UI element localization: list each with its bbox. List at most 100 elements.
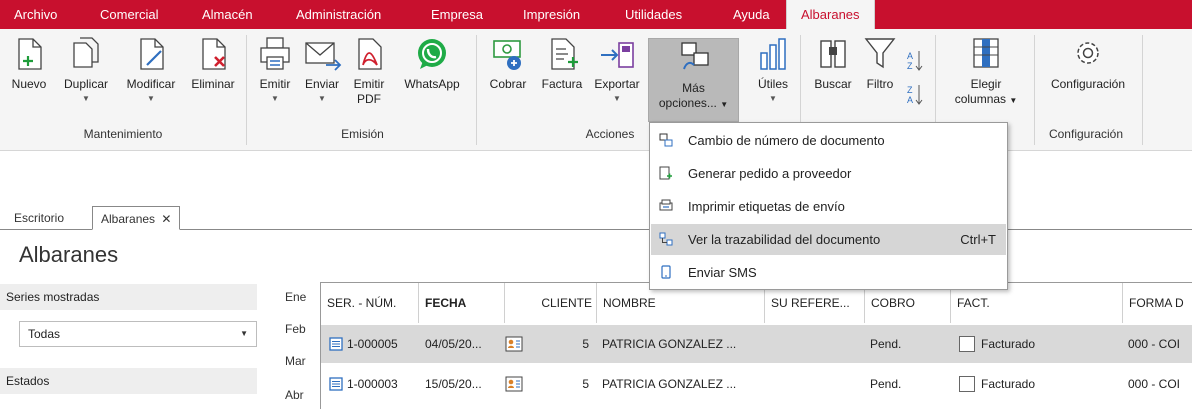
group-separator xyxy=(246,35,247,145)
month-item[interactable]: Abr xyxy=(285,388,304,402)
table-row[interactable]: 1-000003 15/05/20... 5 PATRICIA GONZALEZ… xyxy=(321,365,1192,403)
phone-icon xyxy=(661,265,671,279)
column-header[interactable]: CLIENTE xyxy=(505,283,597,323)
enviar-button[interactable]: Enviar ▼ xyxy=(300,35,344,104)
emitir-button[interactable]: Emitir ▼ xyxy=(254,35,296,104)
menu-item-label: Imprimir etiquetas de envío xyxy=(688,199,845,214)
menu-tab-archivo[interactable]: Archivo xyxy=(14,0,57,29)
renumber-icon xyxy=(659,133,673,147)
chevron-down-icon: ▼ xyxy=(318,94,326,103)
cell-cobro: Pend. xyxy=(870,377,902,391)
invoice-icon xyxy=(551,38,578,70)
email-icon xyxy=(305,42,342,71)
menu-item-imprimir-etiquetas[interactable]: Imprimir etiquetas de envío xyxy=(651,191,1006,222)
eliminar-button[interactable]: Eliminar xyxy=(186,35,240,92)
menu-item-enviar-sms[interactable]: Enviar SMS xyxy=(651,257,1006,288)
column-header[interactable]: FECHA xyxy=(419,283,505,323)
cell-cobro: Pend. xyxy=(870,337,902,351)
menu-item-ver-trazabilidad[interactable]: Ver la trazabilidad del documento Ctrl+T xyxy=(651,224,1006,255)
column-header[interactable]: FORMA D xyxy=(1123,283,1192,323)
factura-button[interactable]: Factura xyxy=(535,35,589,92)
facturado-checkbox[interactable] xyxy=(959,376,975,392)
table-row[interactable]: 1-000005 04/05/20... 5 PATRICIA GONZALEZ… xyxy=(321,325,1192,363)
menu-item-label: Enviar SMS xyxy=(688,265,757,280)
group-separator xyxy=(476,35,477,145)
menu-item-label: Cambio de número de documento xyxy=(688,133,885,148)
nuevo-button[interactable]: Nuevo xyxy=(4,35,54,92)
mas-opciones-label-2: opciones... xyxy=(658,96,717,110)
duplicate-icon xyxy=(73,37,99,68)
group-separator xyxy=(1034,35,1035,145)
enviar-label: Enviar xyxy=(304,77,339,91)
menu-tab-utilidades[interactable]: Utilidades xyxy=(625,0,682,29)
orden-az-button[interactable]: A Z Z A xyxy=(902,47,928,121)
contact-card-icon[interactable] xyxy=(505,375,523,393)
gear-icon xyxy=(1077,42,1099,64)
menu-tab-albaranes[interactable]: Albaranes xyxy=(786,0,875,29)
emitir-pdf-button[interactable]: Emitir PDF xyxy=(347,35,391,107)
sort-az-icon: A Z Z A xyxy=(907,51,923,105)
duplicar-button[interactable]: Duplicar ▼ xyxy=(56,35,116,104)
menu-tab-comercial[interactable]: Comercial xyxy=(100,0,159,29)
chevron-down-icon: ▼ xyxy=(271,94,279,103)
money-icon xyxy=(493,40,521,70)
buscar-button[interactable]: Buscar xyxy=(808,35,858,92)
doc-tab-albaranes-label: Albaranes xyxy=(101,212,156,226)
utiles-button[interactable]: Útiles ▼ xyxy=(750,35,796,104)
series-select[interactable]: Todas ▼ xyxy=(19,321,257,347)
series-select-value: Todas xyxy=(28,327,61,341)
filtro-label: Filtro xyxy=(866,77,894,91)
document-list-icon xyxy=(329,337,343,351)
close-icon[interactable]: ✕ xyxy=(161,212,171,226)
delete-document-icon xyxy=(202,38,226,70)
new-document-icon xyxy=(18,38,42,70)
menu-item-shortcut: Ctrl+T xyxy=(960,232,996,247)
cell-forma: 000 - COI xyxy=(1128,377,1181,391)
menu-tab-empresa[interactable]: Empresa xyxy=(431,0,483,29)
menu-tab-almacen[interactable]: Almacén xyxy=(202,0,253,29)
menu-tab-ayuda[interactable]: Ayuda xyxy=(733,0,770,29)
menu-item-cambio-numero[interactable]: Cambio de número de documento xyxy=(651,125,1006,156)
utiles-label: Útiles xyxy=(757,77,788,91)
menu-tab-impresion[interactable]: Impresión xyxy=(523,0,580,29)
configuracion-button[interactable]: Configuración xyxy=(1040,35,1136,92)
column-header[interactable]: SER. - NÚM. xyxy=(321,283,419,323)
cell-fecha: 15/05/20... xyxy=(425,377,482,391)
chevron-down-icon: ▼ xyxy=(147,94,155,103)
modificar-button[interactable]: Modificar ▼ xyxy=(118,35,184,104)
whatsapp-button[interactable]: WhatsApp xyxy=(395,35,469,92)
facturado-checkbox[interactable] xyxy=(959,336,975,352)
cell-nombre: PATRICIA GONZALEZ ... xyxy=(602,377,737,391)
menu-item-generar-pedido[interactable]: Generar pedido a proveedor xyxy=(651,158,1006,189)
contact-card-icon[interactable] xyxy=(505,335,523,353)
cell-cliente: 5 xyxy=(582,337,589,351)
label-printer-icon xyxy=(659,199,673,211)
cell-fecha: 04/05/20... xyxy=(425,337,482,351)
month-item[interactable]: Ene xyxy=(285,290,306,304)
cell-referencia xyxy=(770,365,862,403)
duplicar-label: Duplicar xyxy=(63,77,108,91)
elegir-columnas-button[interactable]: Elegir columnas ▼ xyxy=(943,35,1029,108)
whatsapp-label: WhatsApp xyxy=(404,77,460,91)
filtro-button[interactable]: Filtro xyxy=(860,35,900,92)
cobrar-button[interactable]: Cobrar xyxy=(482,35,534,92)
export-icon xyxy=(601,42,634,68)
modificar-label: Modificar xyxy=(126,77,176,91)
svg-text:A: A xyxy=(907,51,913,61)
elegir-columnas-label-2: columnas xyxy=(954,92,1007,106)
columns-icon xyxy=(973,38,999,68)
series-header: Series mostradas xyxy=(0,284,257,310)
menu-tab-administracion[interactable]: Administración xyxy=(296,0,381,29)
doc-tab-escritorio[interactable]: Escritorio xyxy=(14,206,64,230)
group-label-configuracion: Configuración xyxy=(1048,127,1124,141)
month-item[interactable]: Mar xyxy=(285,354,306,368)
estados-header: Estados xyxy=(0,368,257,394)
month-item[interactable]: Feb xyxy=(285,322,306,336)
mas-opciones-button[interactable]: Más opciones... ▼ xyxy=(648,38,739,122)
menu-item-label: Generar pedido a proveedor xyxy=(688,166,852,181)
cell-forma: 000 - COI xyxy=(1128,337,1181,351)
pdf-icon xyxy=(358,38,382,70)
doc-tab-albaranes[interactable]: Albaranes ✕ xyxy=(92,206,181,230)
exportar-button[interactable]: Exportar ▼ xyxy=(589,35,645,104)
chevron-down-icon: ▼ xyxy=(1009,96,1018,105)
